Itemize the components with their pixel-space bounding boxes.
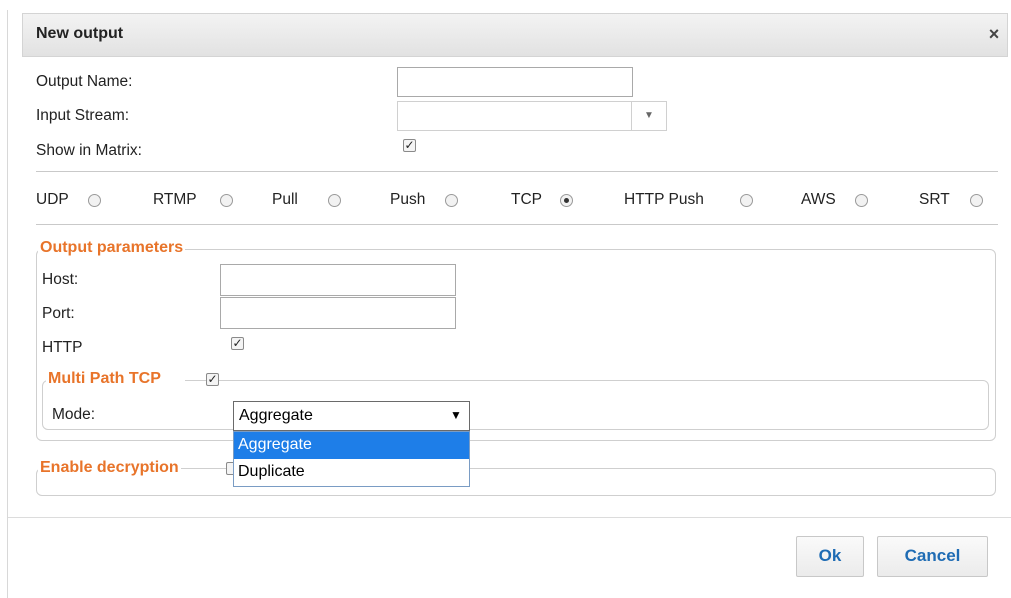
protocol-aws[interactable]: AWS xyxy=(801,191,836,209)
radio-srt[interactable] xyxy=(970,194,983,207)
input-stream-label: Input Stream: xyxy=(36,107,130,124)
show-in-matrix-checkbox[interactable]: ✓ xyxy=(403,139,416,152)
protocol-tcp[interactable]: TCP xyxy=(511,191,542,209)
footer-divider xyxy=(8,517,1011,518)
mode-option-aggregate[interactable]: Aggregate xyxy=(234,432,469,459)
dialog-titlebar xyxy=(22,13,1008,57)
port-label: Port: xyxy=(42,305,75,322)
radio-rtmp[interactable] xyxy=(220,194,233,207)
ok-button[interactable]: Ok xyxy=(796,536,864,577)
show-in-matrix-label: Show in Matrix: xyxy=(36,142,142,159)
radio-tcp[interactable] xyxy=(560,194,573,207)
dialog-left-edge xyxy=(7,10,8,598)
radio-push[interactable] xyxy=(445,194,458,207)
cancel-button[interactable]: Cancel xyxy=(877,536,988,577)
enable-decryption-legend: Enable decryption xyxy=(38,459,181,477)
chevron-down-icon[interactable]: ▼ xyxy=(450,408,462,422)
http-checkbox[interactable]: ✓ xyxy=(231,337,244,350)
input-stream-select[interactable]: ▼ xyxy=(397,101,667,131)
mode-dropdown-list: Aggregate Duplicate xyxy=(233,431,470,487)
chevron-down-icon[interactable]: ▼ xyxy=(631,102,666,130)
protocol-rtmp[interactable]: RTMP xyxy=(153,191,197,209)
http-label: HTTP xyxy=(42,339,83,356)
mode-label: Mode: xyxy=(52,406,96,423)
divider xyxy=(36,224,998,225)
mode-select[interactable]: Aggregate ▼ xyxy=(233,401,470,431)
host-label: Host: xyxy=(42,271,79,288)
protocol-srt[interactable]: SRT xyxy=(919,191,950,209)
protocol-label: HTTP Push xyxy=(624,191,704,208)
output-name-label: Output Name: xyxy=(36,73,133,90)
port-input[interactable] xyxy=(220,297,456,329)
protocol-label: UDP xyxy=(36,191,69,208)
radio-aws[interactable] xyxy=(855,194,868,207)
protocol-label: Pull xyxy=(272,191,298,208)
mode-option-duplicate[interactable]: Duplicate xyxy=(234,459,469,486)
protocol-label: Push xyxy=(390,191,426,208)
close-icon[interactable]: × xyxy=(984,24,1004,44)
protocol-label: AWS xyxy=(801,191,836,208)
protocol-push[interactable]: Push xyxy=(390,191,425,209)
protocol-http-push[interactable]: HTTP Push xyxy=(624,191,704,209)
protocol-label: RTMP xyxy=(153,191,197,208)
divider xyxy=(36,171,998,172)
multipath-tcp-legend: Multi Path TCP xyxy=(46,370,185,388)
dialog-title: New output xyxy=(36,25,124,42)
protocol-pull[interactable]: Pull xyxy=(272,191,298,209)
radio-http-push[interactable] xyxy=(740,194,753,207)
multipath-tcp-checkbox[interactable]: ✓ xyxy=(206,373,219,386)
radio-udp[interactable] xyxy=(88,194,101,207)
protocol-label: TCP xyxy=(511,191,542,208)
host-input[interactable] xyxy=(220,264,456,296)
protocol-udp[interactable]: UDP xyxy=(36,191,69,209)
protocol-label: SRT xyxy=(919,191,950,208)
output-parameters-legend: Output parameters xyxy=(38,239,186,257)
radio-pull[interactable] xyxy=(328,194,341,207)
mode-select-value: Aggregate xyxy=(239,407,313,424)
output-name-input[interactable] xyxy=(397,67,633,97)
